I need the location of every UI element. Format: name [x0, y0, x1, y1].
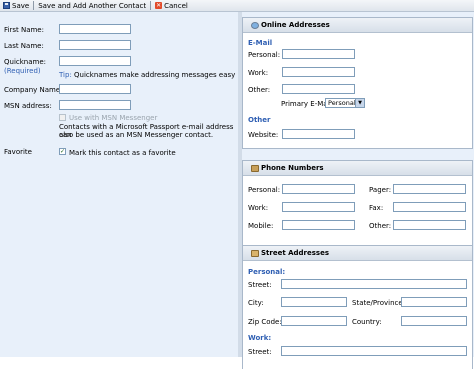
state-input[interactable]: [401, 297, 467, 307]
cancel-button[interactable]: ✕ Cancel: [152, 0, 191, 11]
pager-input[interactable]: [393, 184, 466, 194]
website-label: Website:: [248, 131, 279, 139]
favorite-checkbox[interactable]: ✓: [59, 148, 66, 155]
online-addresses-header: Online Addresses: [243, 18, 472, 33]
msn-address-input[interactable]: [59, 100, 131, 110]
last-name-input[interactable]: [59, 40, 131, 50]
email-other-label: Other:: [248, 86, 271, 94]
phone-personal-label: Personal:: [248, 186, 281, 194]
street-addresses-panel: Street Addresses Personal: Street: City:…: [242, 245, 473, 369]
website-input[interactable]: [282, 129, 355, 139]
email-personal-label: Personal:: [248, 51, 281, 59]
tip-word: Tip:: [59, 71, 72, 79]
use-msn-label: Use with MSN Messenger: [69, 114, 158, 122]
quickname-tip: Tip: Quicknames make addressing messages…: [59, 71, 235, 79]
email-heading: E-Mail: [248, 39, 273, 47]
phone-numbers-title: Phone Numbers: [261, 164, 324, 172]
cancel-icon: ✕: [155, 2, 163, 9]
first-name-label: First Name:: [4, 26, 44, 34]
house-icon: [251, 249, 259, 257]
msn-note-line-2: also be used as an MSN Messenger contact…: [59, 131, 214, 139]
save-label: Save: [12, 1, 30, 10]
save-button[interactable]: Save: [0, 0, 32, 11]
phone-work-input[interactable]: [282, 202, 355, 212]
street-input[interactable]: [281, 279, 467, 289]
save-and-add-button[interactable]: Save and Add Another Contact: [35, 0, 149, 11]
globe-icon: [251, 21, 259, 29]
toolbar: Save Save and Add Another Contact ✕ Canc…: [0, 0, 474, 12]
cancel-label: Cancel: [164, 1, 188, 10]
save-and-add-label: Save and Add Another Contact: [38, 1, 147, 10]
work-address-heading: Work:: [248, 334, 272, 342]
company-name-input[interactable]: [59, 84, 131, 94]
email-work-label: Work:: [248, 69, 269, 77]
zip-input[interactable]: [281, 316, 347, 326]
chevron-down-icon: ▼: [355, 99, 364, 107]
favorite-checkbox-label: Mark this contact as a favorite: [69, 149, 176, 157]
tip-text: Quicknames make addressing messages easy: [71, 71, 236, 79]
work-street-label: Street:: [248, 348, 272, 356]
personal-address-heading: Personal:: [248, 268, 286, 276]
work-street-input[interactable]: [281, 346, 467, 356]
state-label: State/Province:: [352, 299, 406, 307]
favorite-label: Favorite: [4, 148, 32, 156]
street-addresses-header: Street Addresses: [243, 246, 472, 261]
phone-work-label: Work:: [248, 204, 269, 212]
quickname-input[interactable]: [59, 56, 131, 66]
use-msn-checkbox[interactable]: [59, 114, 66, 121]
phone-other-input[interactable]: [393, 220, 466, 230]
street-addresses-title: Street Addresses: [261, 249, 330, 257]
city-input[interactable]: [281, 297, 347, 307]
first-name-input[interactable]: [59, 24, 131, 34]
contact-info-column: Online Addresses E-Mail Personal: Work: …: [242, 12, 474, 369]
required-indicator: (Required): [4, 67, 41, 75]
country-label: Country:: [352, 318, 382, 326]
last-name-label: Last Name:: [4, 42, 44, 50]
email-personal-input[interactable]: [282, 49, 355, 59]
email-other-input[interactable]: [282, 84, 355, 94]
online-addresses-panel: Online Addresses E-Mail Personal: Work: …: [242, 17, 473, 149]
primary-email-label: Primary E-Mail: [281, 100, 332, 108]
quickname-label: Quickname:: [4, 58, 47, 66]
mobile-label: Mobile:: [248, 222, 274, 230]
toolbar-separator: [33, 1, 35, 10]
other-heading: Other: [248, 116, 271, 124]
contact-details-panel: First Name: Last Name: Quickname: (Requi…: [0, 12, 238, 357]
primary-email-value: Personal: [328, 99, 356, 107]
fax-input[interactable]: [393, 202, 466, 212]
company-name-label: Company Name:: [4, 86, 63, 94]
email-work-input[interactable]: [282, 67, 355, 77]
pager-label: Pager:: [369, 186, 392, 194]
zip-label: Zip Code:: [248, 318, 282, 326]
fax-label: Fax:: [369, 204, 384, 212]
phone-personal-input[interactable]: [282, 184, 355, 194]
online-addresses-title: Online Addresses: [261, 21, 330, 29]
primary-email-select[interactable]: Personal ▼: [325, 98, 365, 108]
phone-other-label: Other:: [369, 222, 392, 230]
phone-numbers-header: Phone Numbers: [243, 161, 472, 176]
country-input[interactable]: [401, 316, 467, 326]
street-label: Street:: [248, 281, 272, 289]
phone-icon: [251, 164, 259, 172]
mobile-input[interactable]: [282, 220, 355, 230]
city-label: City:: [248, 299, 264, 307]
phone-numbers-panel: Phone Numbers Personal: Pager: Work: Fax…: [242, 160, 473, 246]
save-icon: [3, 2, 10, 9]
toolbar-separator: [150, 1, 152, 10]
msn-address-label: MSN address:: [4, 102, 52, 110]
